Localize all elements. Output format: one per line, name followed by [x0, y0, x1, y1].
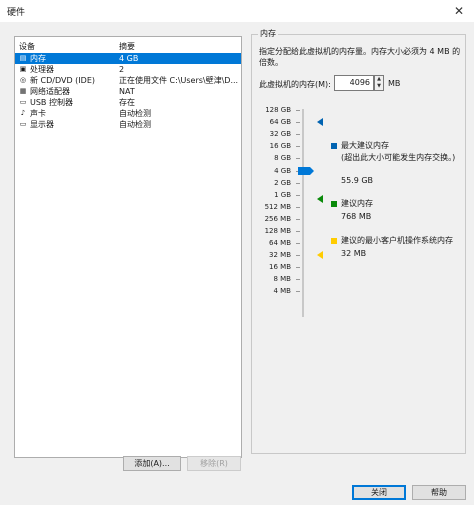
max-memory-marker [317, 118, 323, 126]
add-button[interactable]: 添加(A)... [123, 456, 181, 471]
device-row-usb[interactable]: ▭ USB 控制器 存在 [15, 97, 241, 108]
help-button[interactable]: 帮助 [412, 485, 466, 500]
scale-label: 64 GB [269, 118, 291, 126]
device-summary: 4 GB [119, 54, 139, 63]
recommended-memory-value: 768 MB [341, 212, 372, 221]
scale-label: 4 MB [273, 287, 291, 295]
scale-label: 8 GB [274, 154, 291, 162]
dialog-body: 设备 摘要 ▤ 内存 4 GB ▣ 处理器 2 ◎ 新 CD/DVD (IDE)… [0, 22, 474, 505]
scale-tick [296, 158, 300, 159]
scale-tick [296, 146, 300, 147]
device-summary: 存在 [119, 98, 135, 107]
memory-description: 指定分配给此虚拟机的内存量。内存大小必须为 4 MB 的倍数。 [259, 47, 461, 67]
device-row-network[interactable]: ▦ 网络适配器 NAT [15, 86, 241, 97]
memory-unit: MB [388, 79, 401, 88]
minimum-memory-marker [317, 251, 323, 259]
device-name: 显示器 [30, 120, 54, 129]
device-name: 处理器 [30, 65, 54, 74]
sound-icon: ♪ [20, 109, 26, 117]
scale-tick [296, 267, 300, 268]
cd-icon: ◎ [19, 76, 27, 84]
scale-label: 2 GB [274, 179, 291, 187]
scale-tick [296, 231, 300, 232]
max-memory-legend-icon [331, 143, 337, 149]
scale-label: 128 GB [265, 106, 291, 114]
max-memory-label: 最大建议内存 [341, 141, 389, 150]
scale-label: 32 MB [269, 251, 291, 259]
scale-tick [296, 110, 300, 111]
scale-tick [296, 122, 300, 123]
scale-label: 512 MB [264, 203, 291, 211]
device-summary: NAT [119, 87, 135, 96]
scale-tick [296, 279, 300, 280]
device-summary: 自动检测 [119, 120, 151, 129]
scale-tick [296, 243, 300, 244]
minimum-memory-legend-icon [331, 238, 337, 244]
memory-spinner[interactable]: ▲ ▼ [374, 75, 384, 91]
scale-label: 256 MB [264, 215, 291, 223]
device-name: 新 CD/DVD (IDE) [30, 76, 95, 85]
memory-slider-track[interactable] [302, 109, 304, 317]
device-name: 声卡 [30, 109, 46, 118]
device-row-sound[interactable]: ♪ 声卡 自动检测 [15, 108, 241, 119]
scale-label: 16 MB [269, 263, 291, 271]
scale-label: 16 GB [269, 142, 291, 150]
scale-tick [296, 255, 300, 256]
memory-input-label: 此虚拟机的内存(M): [259, 80, 331, 89]
memory-group-title: 内存 [258, 28, 278, 39]
device-summary: 2 [119, 65, 125, 74]
device-row-cpu[interactable]: ▣ 处理器 2 [15, 64, 241, 75]
usb-icon: ▭ [19, 98, 27, 106]
device-summary: 正在使用文件 C:\Users\壁津\D... [119, 76, 239, 85]
device-list[interactable]: 设备 摘要 ▤ 内存 4 GB ▣ 处理器 2 ◎ 新 CD/DVD (IDE)… [14, 36, 242, 458]
network-icon: ▦ [19, 87, 27, 95]
max-memory-note: (超出此大小可能发生内存交换。) [341, 153, 456, 162]
scale-label: 4 GB [274, 167, 291, 175]
recommended-memory-marker [317, 195, 323, 203]
scale-label: 32 GB [269, 130, 291, 138]
memory-input[interactable]: 4096 [334, 75, 374, 91]
cpu-icon: ▣ [19, 65, 27, 73]
scale-tick [296, 183, 300, 184]
display-icon: ▭ [19, 120, 27, 128]
column-header-device[interactable]: 设备 [19, 41, 35, 52]
spin-up-icon[interactable]: ▲ [375, 76, 383, 83]
device-name: USB 控制器 [30, 98, 73, 107]
memory-slider-thumb[interactable] [298, 167, 314, 175]
device-summary: 自动检测 [119, 109, 151, 118]
recommended-memory-label: 建议内存 [341, 199, 373, 208]
scale-label: 64 MB [269, 239, 291, 247]
spin-down-icon[interactable]: ▼ [375, 83, 383, 90]
max-memory-value: 55.9 GB [341, 176, 374, 185]
device-name: 网络适配器 [30, 87, 70, 96]
scale-label: 1 GB [274, 191, 291, 199]
scale-tick [296, 291, 300, 292]
device-row-display[interactable]: ▭ 显示器 自动检测 [15, 119, 241, 130]
scale-tick [296, 219, 300, 220]
device-name: 内存 [30, 54, 46, 63]
window-title: 硬件 [7, 8, 26, 18]
title-bar: 硬件 ✕ [0, 0, 474, 22]
minimum-memory-label: 建议的最小客户机操作系统内存 [341, 236, 453, 245]
scale-tick [296, 195, 300, 196]
remove-button[interactable]: 移除(R) [187, 456, 241, 471]
memory-icon: ▤ [19, 54, 27, 62]
scale-label: 128 MB [264, 227, 291, 235]
minimum-memory-value: 32 MB [341, 249, 367, 258]
device-row-memory[interactable]: ▤ 内存 4 GB [15, 53, 241, 64]
scale-tick [296, 207, 300, 208]
close-button[interactable]: 关闭 [352, 485, 406, 500]
recommended-memory-legend-icon [331, 201, 337, 207]
scale-label: 8 MB [273, 275, 291, 283]
close-icon[interactable]: ✕ [450, 2, 468, 20]
device-list-header: 设备 摘要 [15, 37, 241, 53]
device-row-cd[interactable]: ◎ 新 CD/DVD (IDE) 正在使用文件 C:\Users\壁津\D... [15, 75, 241, 86]
column-header-summary[interactable]: 摘要 [119, 41, 135, 52]
scale-tick [296, 134, 300, 135]
